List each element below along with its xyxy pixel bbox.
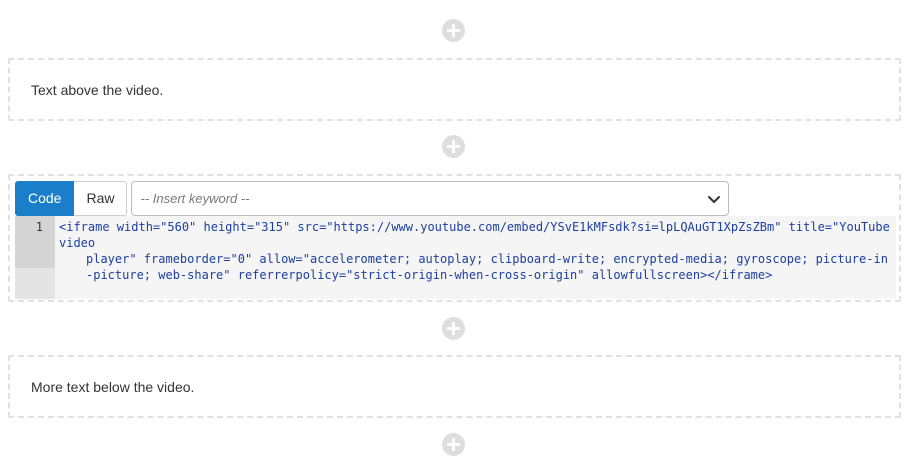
code-line: <iframe width="560" height="315" src="ht…: [59, 220, 890, 250]
add-block-button[interactable]: [442, 317, 465, 340]
add-block-button[interactable]: [442, 135, 465, 158]
text-above-video: Text above the video.: [31, 82, 164, 98]
code-block-toolbar: Code Raw -- Insert keyword --: [15, 181, 730, 216]
add-block-button[interactable]: [442, 433, 465, 456]
code-line: -picture; web-share" referrerpolicy="str…: [86, 268, 773, 282]
code-editor[interactable]: 1 <iframe width="560" height="315" src="…: [15, 216, 896, 299]
code-line: player" frameborder="0" allow="accelerom…: [86, 252, 888, 266]
code-block: Code Raw -- Insert keyword -- 1 <iframe …: [8, 174, 901, 302]
keyword-select-placeholder: -- Insert keyword --: [140, 191, 250, 206]
editor-gutter: 1: [15, 216, 55, 299]
code-content[interactable]: <iframe width="560" height="315" src="ht…: [59, 219, 893, 283]
chevron-down-icon: [708, 196, 721, 203]
text-below-video: More text below the video.: [31, 379, 195, 395]
page: Text above the video. Code Raw -- Insert…: [0, 0, 918, 468]
line-number: 1: [35, 220, 43, 234]
add-block-button[interactable]: [442, 19, 465, 42]
tab-raw[interactable]: Raw: [74, 181, 128, 216]
tab-code[interactable]: Code: [15, 181, 75, 216]
text-block-above[interactable]: Text above the video.: [8, 58, 901, 121]
keyword-select[interactable]: -- Insert keyword --: [131, 181, 730, 216]
text-block-below[interactable]: More text below the video.: [8, 355, 901, 418]
